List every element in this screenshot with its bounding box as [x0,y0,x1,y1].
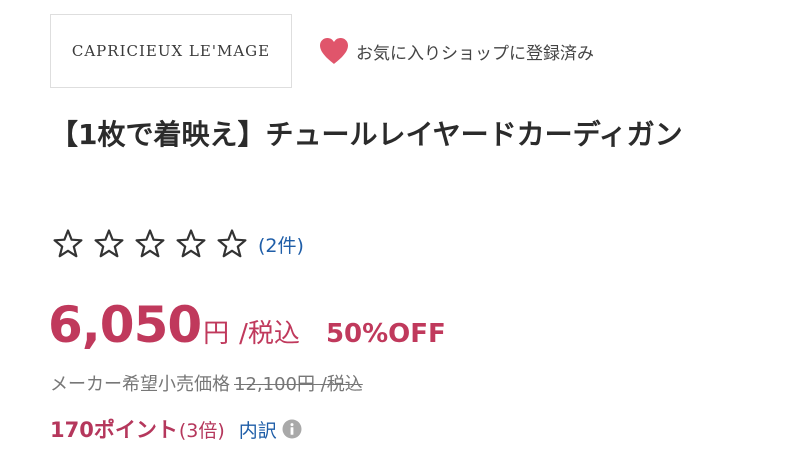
shop-logo[interactable]: CAPRICIEUX LE'MAGE [50,14,292,88]
star-icon [53,229,83,258]
msrp-row: メーカー希望小売価格 12,100円 /税込 [50,370,363,396]
shop-logo-text: CAPRICIEUX LE'MAGE [71,42,271,60]
info-icon[interactable] [282,419,302,439]
price-tax-note: /税込 [239,319,300,349]
favorite-shop-label: お気に入りショップに登録済み [356,43,594,64]
favorite-shop-status[interactable]: お気に入りショップに登録済み [318,36,594,66]
heart-icon [320,38,348,64]
price-currency: 円 [203,319,230,349]
price-row: 6,050 円 /税込 50%OFF [48,296,446,354]
star-icon [217,229,247,258]
star-icon [176,229,206,258]
points-row: 170ポイント (3倍) 内訳 [50,414,302,444]
points-multiplier: (3倍) [178,419,225,442]
star-icon [94,229,124,258]
points-breakdown-link[interactable]: 内訳 [239,416,277,443]
shop-header: CAPRICIEUX LE'MAGE お気に入りショップに登録済み [50,13,594,89]
points-value: 170ポイント [50,418,178,442]
msrp-label: メーカー希望小売価格 [50,374,230,395]
discount-badge: 50%OFF [325,319,446,349]
msrp-price: 12,100円 /税込 [234,374,363,395]
star-icon [135,229,165,258]
rating-row: (2件) [52,228,304,260]
review-count-link[interactable]: (2件) [258,231,304,258]
sale-price: 6,050 [48,296,202,354]
product-title: 【1枚で着映え】チュールレイヤードカーディガン [50,118,683,151]
